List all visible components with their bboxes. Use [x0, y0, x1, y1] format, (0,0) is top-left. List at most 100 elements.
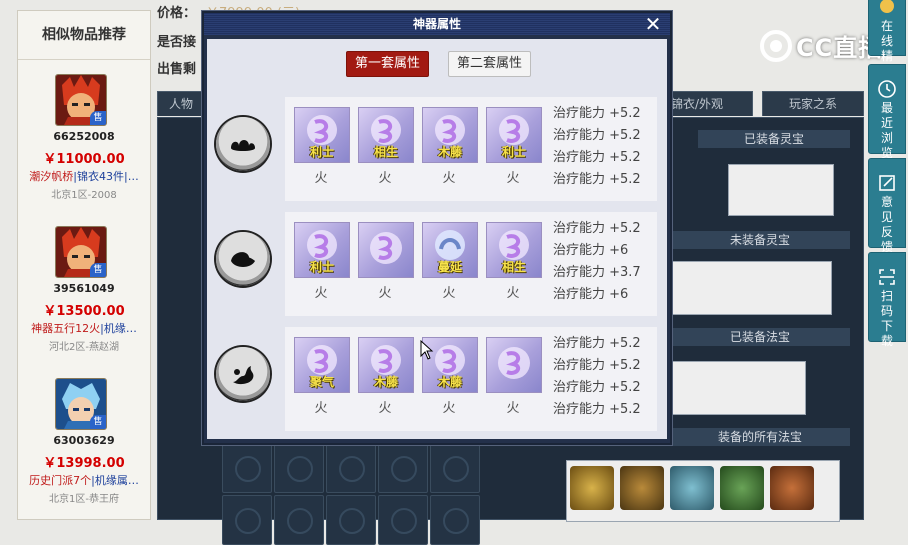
item-desc[interactable]: 历史门派7个|机缘属… [18, 472, 150, 488]
gem-slot[interactable]: 利士 [486, 107, 542, 163]
gem-element: 火 [314, 401, 328, 416]
similar-items-panel: 相似物品推荐 售 66252008 ￥11000.00 潮汐帆桥|锦衣43件|…… [17, 10, 151, 520]
inventory-slot[interactable] [274, 495, 324, 545]
sale-badge: 售 [90, 111, 106, 125]
inventory-slot[interactable] [378, 495, 428, 545]
gem-slot[interactable]: 聚气 [294, 337, 350, 393]
attribute-list: 治疗能力 +5.2 治疗能力 +6 治疗能力 +3.7 治疗能力 +6 [553, 218, 657, 306]
section-equipped-magic: 已装备法宝 [670, 328, 850, 346]
attribute-line: 治疗能力 +5.2 [553, 128, 641, 143]
attribute-set-row: 聚气 火 木藤 火 木藤 火 火 治疗能力 +5.2 治疗能力 +5.2 治疗能… [285, 327, 657, 431]
gem-slot[interactable]: 木藤 [358, 337, 414, 393]
treasure-item[interactable] [620, 466, 664, 510]
equipped-magic-area [670, 361, 806, 415]
online-assistant-button[interactable]: 在线精灵 [868, 0, 906, 78]
gem-name: 利士 [501, 145, 526, 159]
recent-views-button[interactable]: 最近浏览 [868, 64, 906, 160]
close-icon[interactable]: ✕ [644, 14, 662, 34]
gem-slot[interactable]: 利士 [294, 107, 350, 163]
attribute-line: 治疗能力 +5.2 [553, 150, 641, 165]
gem-name: 利士 [309, 260, 334, 274]
gem-slot[interactable] [486, 337, 542, 393]
attribute-line: 治疗能力 +5.2 [553, 358, 641, 373]
treasure-item[interactable] [670, 466, 714, 510]
gem-orb-icon [370, 232, 402, 264]
cc-logo-icon [760, 30, 792, 62]
gem-element: 火 [314, 286, 328, 301]
inventory-slot[interactable] [326, 495, 376, 545]
gem-element: 火 [506, 401, 520, 416]
item-id: 63003629 [53, 434, 115, 447]
inventory-slot[interactable] [378, 443, 428, 493]
inventory-slot[interactable] [222, 443, 272, 493]
mouse-cursor-icon [420, 340, 434, 360]
attribute-line: 治疗能力 +5.2 [553, 336, 641, 351]
feedback-button[interactable]: 意见反馈 [868, 158, 906, 254]
treasure-item[interactable] [720, 466, 764, 510]
attribute-set-row: 利士 火 火 蔓延 火 相生 火 治疗能力 +5.2 治疗能力 +6 治疗能力 … [285, 212, 657, 316]
inventory-slot[interactable] [430, 443, 480, 493]
dialog-title: 神器属性 [204, 13, 670, 35]
wave-swirl-icon [216, 232, 270, 286]
recommend-item[interactable]: 售 66252008 ￥11000.00 潮汐帆桥|锦衣43件|… 北京1区-2… [18, 60, 150, 212]
gem-slot[interactable]: 利士 [294, 222, 350, 278]
flame-swirl-icon [216, 347, 270, 401]
avatar[interactable]: 售 [55, 378, 107, 430]
similar-items-title: 相似物品推荐 [18, 11, 150, 60]
sidebar-label: 扫码下载 [880, 289, 893, 348]
attribute-list: 治疗能力 +5.2 治疗能力 +5.2 治疗能力 +5.2 治疗能力 +5.2 [553, 103, 657, 191]
item-id: 39561049 [53, 282, 115, 295]
attribute-set-row: 利士 火 相生 火 木藤 火 利士 火 治疗能力 +5.2 治疗能力 +5.2 … [285, 97, 657, 201]
item-server: 河北2区-燕赵湖 [49, 342, 119, 353]
sale-badge: 售 [90, 263, 106, 277]
item-desc[interactable]: 潮汐帆桥|锦衣43件|… [18, 168, 150, 184]
sidebar-label: 最近浏览 [880, 101, 893, 160]
avatar[interactable]: 售 [55, 74, 107, 126]
section-equipped-spirit: 已装备灵宝 [698, 130, 850, 148]
info-line-accept: 是否接 [157, 35, 197, 50]
section-all-magic: 装备的所有法宝 [670, 428, 850, 446]
gem-element: 火 [314, 171, 328, 186]
gem-slot[interactable] [358, 222, 414, 278]
avatar[interactable]: 售 [55, 226, 107, 278]
gem-slot[interactable]: 蔓延 [422, 222, 478, 278]
recommend-item[interactable]: 售 63003629 ￥13998.00 历史门派7个|机缘属… 北京1区-恭王… [18, 364, 150, 516]
gem-element: 火 [506, 286, 520, 301]
attribute-line: 治疗能力 +5.2 [553, 380, 641, 395]
unequipped-spirit-area [670, 261, 832, 315]
inventory-slot[interactable] [430, 495, 480, 545]
tab-first-set[interactable]: 第一套属性 [346, 51, 430, 77]
dialog-body: 第一套属性 第二套属性 利士 火 相生 火 木藤 火 利士 火 治疗能力 +5.… [207, 39, 667, 439]
gem-element: 火 [442, 171, 456, 186]
sale-badge: 售 [90, 415, 106, 429]
inventory-slot[interactable] [274, 443, 324, 493]
gem-name: 相生 [501, 260, 526, 274]
gem-slot[interactable]: 相生 [486, 222, 542, 278]
tab-second-set[interactable]: 第二套属性 [448, 51, 532, 77]
inventory-slot[interactable] [222, 495, 272, 545]
item-price: ￥11000.00 [43, 152, 125, 167]
gem-element: 火 [378, 286, 392, 301]
gem-slot[interactable]: 相生 [358, 107, 414, 163]
gem-slot[interactable]: 木藤 [422, 107, 478, 163]
item-server: 北京1区-2008 [51, 190, 117, 201]
scan-download-button[interactable]: 扫码下载 [868, 252, 906, 348]
treasure-item[interactable] [770, 466, 814, 510]
inventory-slot[interactable] [326, 443, 376, 493]
cloud-swirl-icon [216, 117, 270, 171]
treasure-item[interactable] [570, 466, 614, 510]
section-unequipped-spirit: 未装备灵宝 [670, 231, 850, 249]
attribute-line: 治疗能力 +5.2 [553, 402, 641, 417]
gem-name: 木藤 [373, 375, 398, 389]
clock-icon [878, 80, 896, 98]
attribute-line: 治疗能力 +3.7 [553, 265, 641, 280]
gem-name: 利士 [309, 145, 334, 159]
gem-name: 蔓延 [437, 260, 462, 274]
item-desc[interactable]: 神器五行12火|机缘… [18, 320, 150, 336]
recommend-item[interactable]: 售 39561049 ￥13500.00 神器五行12火|机缘… 河北2区-燕赵… [18, 212, 150, 364]
gem-element: 火 [442, 286, 456, 301]
tab-player-system[interactable]: 玩家之系 [762, 91, 864, 116]
gem-element: 火 [442, 401, 456, 416]
tab-character[interactable]: 人物 [157, 91, 205, 116]
attribute-line: 治疗能力 +5.2 [553, 221, 641, 236]
